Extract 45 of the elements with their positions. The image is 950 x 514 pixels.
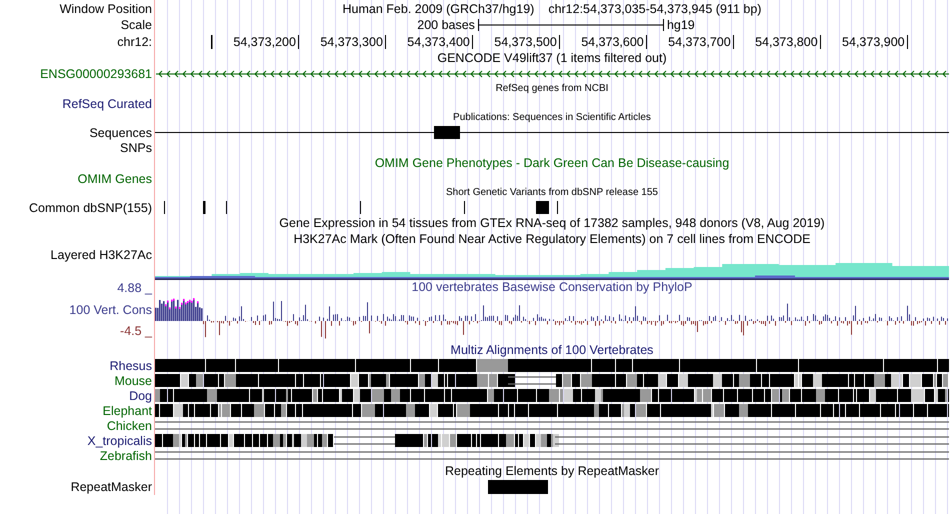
track-label[interactable]: Rhesus [110,358,152,372]
ruler-label: 54,373,600 [581,35,647,49]
ruler-label: 54,373,500 [494,35,560,49]
ruler-label: 54,373,800 [755,35,821,49]
track-title: Publications: Sequences in Scientific Articles [453,112,651,124]
axis-max-label: 4.88 _ [117,281,152,295]
position-text: chr12:54,373,035-54,373,945 (911 bp) [548,2,762,16]
track-title: GENCODE V49lift37 (1 items filtered out) [437,51,667,65]
ruler-label: 54,373,400 [407,35,473,49]
row-label: Window Position [60,2,152,16]
track-title: Gene Expression in 54 tissues from GTEx RNA-seq of 17382 samples, 948 donors (V8, Aug 2019) [279,216,825,230]
repeat-block [488,480,548,494]
track-label[interactable]: Sequences [89,126,152,140]
ruler-tick [211,35,213,49]
scale-text: 200 bases [417,18,475,32]
track-title: Short Genetic Variants from dbSNP release 155 [446,187,658,199]
track-title: Multiz Alignments of 100 Vertebrates [450,343,654,357]
track-title: 100 vertebrates Basewise Conservation by PhyloP [412,280,692,294]
track-label[interactable]: OMIM Genes [78,172,152,186]
track-title: Repeating Elements by RepeatMasker [444,464,659,478]
track-label[interactable]: 100 Vert. Cons [69,302,152,316]
axis-min-label: -4.5 _ [120,324,152,338]
track-label[interactable]: Elephant [102,404,152,418]
row-label: chr12: [117,34,152,48]
track-label[interactable]: ENSG00000293681 [40,67,152,81]
track-label[interactable]: Zebrafish [100,448,152,462]
track-title: H3K27Ac Mark (Often Found Near Active Regulatory Elements) on 7 cell lines from ENCODE [294,232,810,246]
track-title: OMIM Gene Phenotypes - Dark Green Can Be Disease-causing [374,156,730,170]
assembly-name: hg19 [666,18,695,32]
track-title: RefSeq genes from NCBI [496,83,608,95]
track-label[interactable]: Chicken [106,418,152,432]
track-label[interactable]: RepeatMasker [70,480,152,494]
ruler-label: 54,373,300 [320,35,386,49]
track-label[interactable]: Layered H3K27Ac [50,248,152,262]
row-label: Scale [120,18,152,32]
track-label[interactable]: Common dbSNP(155) [29,200,152,214]
track-label[interactable]: SNPs [120,140,152,154]
assembly-title: Human Feb. 2009 (GRCh37/hg19) [342,2,534,16]
ruler-label: 54,373,200 [233,35,299,49]
ruler-label: 54,373,700 [668,35,734,49]
track-label[interactable]: Mouse [114,374,152,388]
track-label[interactable]: RefSeq Curated [62,96,152,110]
track-label[interactable]: X_tropicalis [87,434,152,448]
ruler-label: 54,373,900 [842,35,908,49]
track-label[interactable]: Dog [129,388,152,402]
